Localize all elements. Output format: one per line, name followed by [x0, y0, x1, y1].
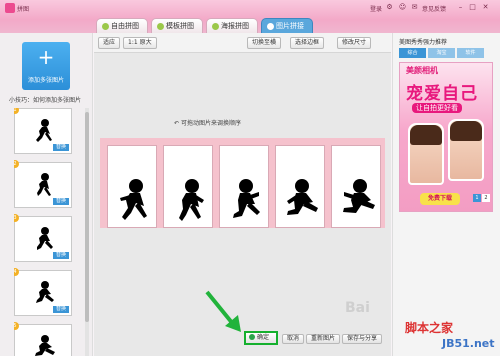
ad-page-button[interactable]: 2	[482, 194, 490, 202]
thumbnail-number: 1	[14, 108, 19, 114]
add-images-hint-link[interactable]: 小技巧：如何添加多张图片	[9, 95, 81, 104]
plus-icon: +	[37, 45, 55, 69]
gear-icon[interactable]: ⚙	[385, 3, 394, 12]
feedback-link[interactable]: 意见反馈	[422, 4, 446, 13]
runner-icon	[36, 119, 52, 142]
runner-icon	[37, 173, 51, 196]
tab-image-stitch[interactable]: 图片拼接	[261, 18, 313, 33]
confirm-label: 确定	[257, 334, 270, 341]
cancel-button[interactable]: 取消	[282, 334, 305, 344]
ad-brand: 美颜相机	[406, 66, 438, 75]
add-images-button[interactable]: + 添加多张图片	[22, 42, 70, 90]
app-window: 拼图 登录 ⚙ ☺ ✉ 意见反馈 – □ ✕ 自由拼图 模板拼图 海报拼图 图片…	[0, 0, 500, 356]
maximize-icon[interactable]: □	[468, 3, 477, 12]
runner-icon	[37, 227, 53, 250]
thumbnail[interactable]: 2 替换	[14, 160, 72, 208]
switch-horizontal-button[interactable]: 切换至横	[247, 37, 282, 49]
tab-general[interactable]: 综合	[399, 48, 426, 58]
minimize-icon[interactable]: –	[456, 3, 465, 12]
face-icon[interactable]: ☺	[398, 3, 407, 12]
canvas-toolbar: 适应 1:1 原大 切换至横 选择边框 修改尺寸	[94, 33, 391, 53]
image-frame[interactable]	[275, 145, 325, 228]
add-images-label: 添加多张图片	[27, 77, 64, 84]
panel-tabs: 综合 淘宝 软件	[399, 48, 484, 58]
site-url-watermark: JB51.net	[442, 337, 495, 350]
baidu-watermark: Bai	[345, 300, 370, 316]
runner-icon	[35, 335, 55, 356]
reset-images-button[interactable]: 重新图片	[306, 334, 341, 344]
tab-template-collage[interactable]: 模板拼图	[151, 18, 203, 33]
runner-figure	[233, 179, 260, 218]
drag-hint: ↶ 可拖动图片来调换顺序	[174, 120, 241, 127]
confirm-button[interactable]: 确定	[244, 331, 278, 345]
panel-title: 美图秀秀强力推荐	[399, 39, 448, 46]
image-frame[interactable]	[163, 145, 213, 228]
resize-dropdown[interactable]: 修改尺寸	[337, 37, 372, 49]
thumbnail-number: 2	[14, 160, 19, 168]
thumbnail-number: 5	[14, 322, 19, 330]
runner-figure	[287, 179, 318, 215]
thumbnail-number: 3	[14, 214, 19, 222]
runner-figure	[343, 179, 375, 213]
save-share-button[interactable]: 保存与分享	[342, 334, 383, 344]
ad-subtitle: 让自拍更好看	[412, 103, 462, 113]
ad-pager: 1 2	[473, 194, 490, 202]
thumbnail[interactable]: 4 替换	[14, 268, 72, 316]
thumbnail[interactable]: 3 替换	[14, 214, 72, 262]
ad-headline: 宠爱自己	[406, 84, 478, 104]
image-frame[interactable]	[219, 145, 269, 228]
poster-icon	[212, 22, 219, 30]
site-watermark: 脚本之家	[405, 321, 454, 335]
runner-icon	[36, 281, 54, 303]
app-logo-icon	[5, 3, 15, 13]
drag-hint-text: 可拖动图片来调换顺序	[180, 120, 241, 127]
sidebar: + 添加多张图片 小技巧：如何添加多张图片 1 替换 2 替换 3 替换 4 替…	[0, 33, 93, 356]
collage-icon	[102, 22, 109, 30]
thumbnail-list: 1 替换 2 替换 3 替换 4 替换 5 替换	[14, 108, 76, 356]
template-icon	[157, 22, 164, 30]
tab-label: 海报拼图	[221, 21, 249, 30]
image-frame[interactable]	[331, 145, 381, 228]
border-select-dropdown[interactable]: 选择边框	[290, 37, 325, 49]
app-title: 拼图	[17, 6, 30, 13]
replace-button[interactable]: 替换	[52, 306, 69, 313]
replace-button[interactable]: 替换	[52, 198, 69, 205]
title-bar: 拼图 登录 ⚙ ☺ ✉ 意见反馈 – □ ✕ 自由拼图 模板拼图 海报拼图 图片…	[0, 0, 500, 33]
thumbnail[interactable]: 1 替换	[14, 108, 72, 154]
tab-taobao[interactable]: 淘宝	[428, 48, 455, 58]
fit-button[interactable]: 适应	[98, 37, 121, 49]
mail-icon[interactable]: ✉	[410, 3, 419, 12]
tab-poster-collage[interactable]: 海报拼图	[206, 18, 258, 33]
runner-figure	[179, 179, 204, 221]
recommendation-panel: 美图秀秀强力推荐 综合 淘宝 软件 美颜相机 宠爱自己 让自拍更好看 免费下载 …	[392, 33, 500, 356]
ad-banner[interactable]: 美颜相机 宠爱自己 让自拍更好看 免费下载 1 2	[399, 62, 493, 212]
thumbnail-number: 4	[14, 268, 19, 276]
thumbnail-scrollbar[interactable]	[85, 108, 89, 356]
tab-free-collage[interactable]: 自由拼图	[96, 18, 148, 33]
original-size-button[interactable]: 1:1 原大	[123, 37, 157, 49]
ad-photo	[408, 123, 444, 185]
image-frame[interactable]	[107, 145, 157, 228]
check-icon	[249, 334, 255, 340]
ad-download-button[interactable]: 免费下载	[420, 193, 460, 205]
thumbnail[interactable]: 5 替换	[14, 322, 72, 356]
ad-photo	[448, 119, 484, 181]
arrow-icon	[205, 290, 241, 332]
runner-figure	[120, 179, 147, 220]
replace-button[interactable]: 替换	[52, 144, 69, 151]
replace-button[interactable]: 替换	[52, 252, 69, 259]
tab-label: 自由拼图	[111, 21, 139, 30]
ad-page-button[interactable]: 1	[473, 194, 481, 202]
scrollbar-thumb[interactable]	[85, 112, 89, 322]
tab-label: 图片拼接	[276, 21, 304, 30]
stitch-icon	[267, 22, 274, 30]
tab-label: 模板拼图	[166, 21, 194, 30]
close-icon[interactable]: ✕	[481, 3, 490, 12]
tab-bar: 自由拼图 模板拼图 海报拼图 图片拼接	[96, 18, 313, 33]
login-link[interactable]: 登录	[370, 4, 382, 13]
stitched-image-strip	[100, 138, 385, 228]
tab-software[interactable]: 软件	[457, 48, 484, 58]
